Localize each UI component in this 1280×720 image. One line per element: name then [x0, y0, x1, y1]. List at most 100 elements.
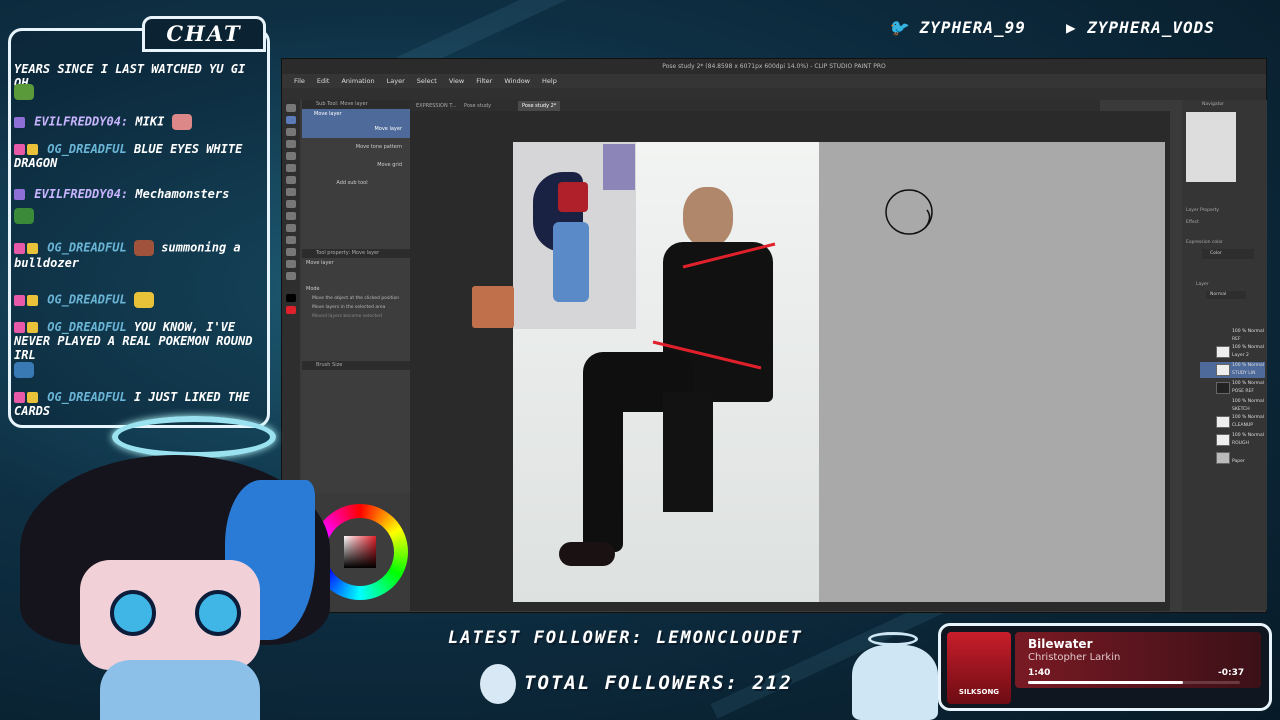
layer-item[interactable]: 100 % Normal ROUGH — [1200, 432, 1265, 448]
chat-message — [14, 84, 264, 100]
menu-animation[interactable]: Animation — [335, 74, 380, 88]
reference-photo-canvas[interactable] — [513, 142, 819, 602]
main-color-swatch-icon[interactable] — [286, 294, 296, 302]
latest-follower: LATEST FOLLOWER: LEMONCLOUDET — [448, 628, 803, 648]
frog-emote-icon — [14, 84, 34, 100]
layer-item[interactable]: Paper — [1200, 450, 1265, 466]
total-followers: TOTAL FOLLOWERS: 212 — [524, 672, 793, 694]
brush-tool-icon[interactable] — [286, 188, 296, 196]
add-subtool-button[interactable]: Add sub tool — [302, 174, 410, 192]
heart-badge-icon — [14, 242, 25, 254]
subtool-tab[interactable]: Move layer — [302, 109, 410, 120]
layer-item[interactable]: 100 % Normal Layer 2 — [1200, 344, 1265, 360]
brush-size-panel: Brush Size — [302, 361, 410, 493]
text-tool-icon[interactable] — [286, 260, 296, 268]
option-move-object[interactable]: Move the object at the clicked position — [302, 294, 410, 303]
subtool-header: Sub Tool: Move layer — [302, 100, 410, 109]
option-move-selected[interactable]: Move layers in the selected area — [302, 303, 410, 312]
fill-tool-icon[interactable] — [286, 224, 296, 232]
badge-icon — [14, 116, 25, 128]
menu-help[interactable]: Help — [536, 74, 563, 88]
layer-item[interactable]: 100 % Normal POSE REF — [1200, 380, 1265, 396]
layer-thumbnail — [1216, 416, 1230, 428]
navigator-preview[interactable] — [1186, 112, 1236, 182]
gradient-tool-icon[interactable] — [286, 236, 296, 244]
track-progress-fill — [1028, 681, 1183, 684]
menu-select[interactable]: Select — [411, 74, 443, 88]
layer-item[interactable]: 100 % Normal REF — [1200, 328, 1265, 344]
navigator-header: Navigator — [1202, 102, 1225, 107]
emote-icon — [171, 114, 192, 130]
track-remaining: -0:37 — [1218, 668, 1245, 678]
layer-thumbnail — [1216, 364, 1230, 376]
right-panel: Navigator Layer Property Effect Expressi… — [1182, 100, 1267, 610]
layer-thumbnail — [1216, 382, 1230, 394]
twitter-icon: 🐦 — [888, 18, 909, 37]
sketch-circle — [885, 189, 933, 235]
move-tool-icon[interactable] — [286, 116, 296, 124]
menu-edit[interactable]: Edit — [311, 74, 336, 88]
avatar-right-eye — [195, 590, 241, 636]
menu-file[interactable]: File — [288, 74, 311, 88]
webcam-emote — [472, 286, 514, 328]
track-artist: Christopher Larkin — [1028, 652, 1121, 663]
subtool-move-tone-pattern[interactable]: Move tone pattern — [302, 138, 410, 156]
menu-bar: File Edit Animation Layer Select View Fi… — [282, 74, 1266, 88]
layer-header: Layer — [1196, 282, 1209, 287]
figure-tool-icon[interactable] — [286, 248, 296, 256]
menu-view[interactable]: View — [443, 74, 470, 88]
color-wheel-inner — [326, 518, 394, 586]
tool-property-panel: Tool property: Move layer Move layer Mod… — [302, 249, 410, 369]
command-bar — [282, 88, 1266, 100]
layer-item[interactable]: 100 % Normal CLEANUP — [1200, 414, 1265, 430]
option-moved-selected[interactable]: Moved layers become selected — [302, 312, 410, 321]
mode-label: Mode — [306, 286, 320, 292]
eraser-tool-icon[interactable] — [286, 212, 296, 220]
mascot-icon — [852, 645, 938, 720]
layer-item-selected[interactable]: 100 % Normal STUDY LIN — [1200, 362, 1265, 378]
layer-thumbnail — [1216, 434, 1230, 446]
chat-message: EVILFREDDY04: MIKI — [14, 114, 264, 130]
subtool-move-layer[interactable]: Move layer — [302, 120, 410, 138]
heart-badge-icon — [14, 144, 25, 155]
window-title: Pose study 2* (84.8598 x 6071px 600dpi 1… — [282, 59, 1266, 74]
blend-mode-select[interactable]: Normal — [1206, 291, 1246, 299]
airbrush-tool-icon[interactable] — [286, 200, 296, 208]
layer-item[interactable]: 100 % Normal SKETCH — [1200, 398, 1265, 414]
badge-icon — [14, 189, 25, 200]
tab-pose-study-2[interactable]: Pose study 2* — [518, 101, 561, 111]
chat-message — [14, 208, 264, 224]
chat-message: EVILFREDDY04: Mechamonsters — [14, 187, 264, 201]
menu-layer[interactable]: Layer — [381, 74, 411, 88]
gold-badge-icon — [27, 144, 38, 155]
select-tool-icon[interactable] — [286, 128, 296, 136]
gold-badge-icon — [27, 392, 38, 403]
menu-filter[interactable]: Filter — [470, 74, 498, 88]
chat-message: OG_DREADFUL summoning a bulldozer — [14, 240, 241, 270]
gold-badge-icon — [27, 242, 38, 254]
drawing-canvas[interactable] — [819, 142, 1165, 602]
balloon-tool-icon[interactable] — [286, 272, 296, 280]
canvas-area[interactable] — [410, 111, 1170, 611]
tab-pose-study[interactable]: Pose study — [460, 101, 495, 111]
zoom-tool-icon[interactable] — [286, 104, 296, 112]
chat-message: OG_DREADFUL BLUE EYES WHITE DRAGON — [14, 142, 243, 170]
tool-property-header: Tool property: Move layer — [302, 249, 410, 258]
avatar-bow — [100, 660, 260, 720]
pencil-tool-icon[interactable] — [286, 176, 296, 184]
lasso-tool-icon[interactable] — [286, 140, 296, 148]
emote-icon — [14, 208, 34, 224]
layer-property-header: Layer Property — [1186, 208, 1220, 213]
emote-icon — [133, 292, 154, 308]
subtool-move-grid[interactable]: Move grid — [302, 156, 410, 174]
emote-icon — [133, 240, 154, 256]
pen-tool-icon[interactable] — [286, 164, 296, 172]
now-playing-info: Bilewater Christopher Larkin 1:40 -0:37 — [938, 623, 1272, 711]
eyedropper-tool-icon[interactable] — [286, 152, 296, 160]
chat-title: CHAT — [142, 16, 266, 52]
color-square[interactable] — [344, 536, 376, 568]
sub-color-swatch-icon[interactable] — [286, 306, 296, 314]
tab-expression[interactable]: EXPRESSION T... — [412, 101, 461, 111]
menu-window[interactable]: Window — [498, 74, 536, 88]
expression-color-select[interactable]: Color — [1202, 249, 1254, 259]
